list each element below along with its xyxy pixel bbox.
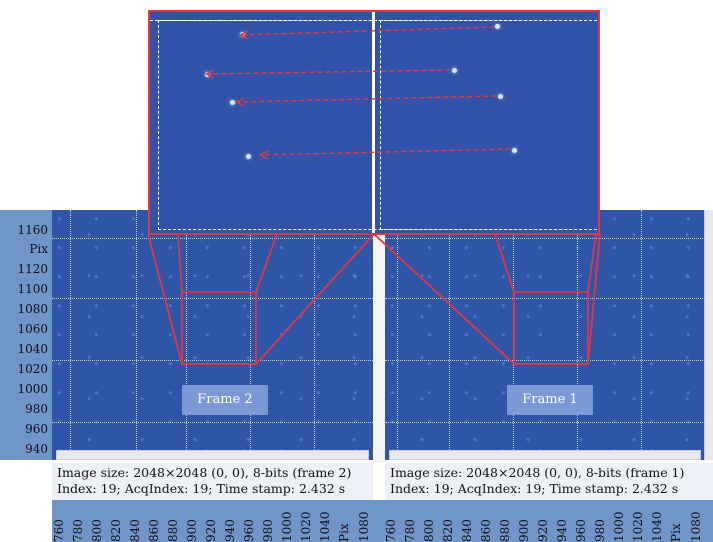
- roi-connector-line: [373, 233, 515, 365]
- zoom-inset: [148, 10, 600, 235]
- roi-connector-line: [255, 233, 278, 293]
- roi-connector-line: [255, 233, 375, 365]
- motion-arrow: [205, 69, 451, 75]
- roi-connector-line: [147, 233, 183, 365]
- frame-2-roi-box: [181, 291, 257, 365]
- motion-arrows: [205, 26, 511, 160]
- roi-connector-line: [494, 233, 515, 293]
- motion-arrow: [259, 148, 511, 156]
- motion-arrow: [235, 95, 497, 103]
- motion-arrow: [239, 26, 496, 36]
- frame-1-roi-box: [513, 291, 589, 365]
- roi-connector-line: [177, 233, 183, 293]
